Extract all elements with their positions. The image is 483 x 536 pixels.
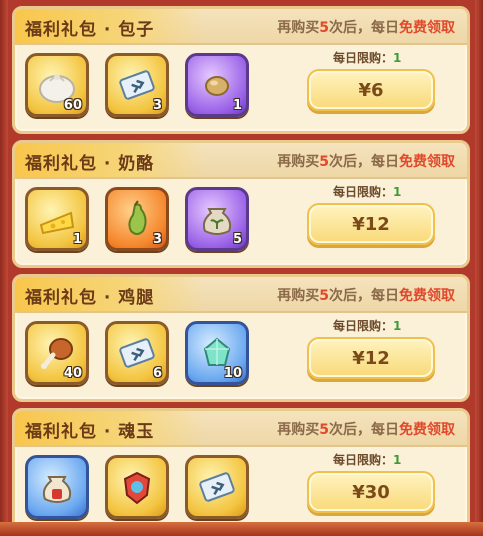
promo-text: 再购买5次后，每日免费领取 (277, 20, 455, 36)
buy-button[interactable]: ¥30 (307, 471, 435, 513)
buy-button[interactable]: ¥6 (307, 69, 435, 111)
promo-text: 再购买5次后，每日免费领取 (277, 154, 455, 170)
reward-item-gourd[interactable]: 3 (105, 187, 169, 251)
card-title: 福利礼包 · 包子 (25, 20, 155, 40)
item-quantity: 3 (152, 98, 162, 113)
reward-item-scroll[interactable]: 6 (105, 321, 169, 385)
frame-right (475, 0, 483, 536)
reward-item-crystal[interactable]: 10 (185, 321, 249, 385)
frame-left (0, 0, 8, 536)
reward-item-mystery-bag[interactable] (25, 455, 89, 519)
buy-button[interactable]: ¥12 (307, 337, 435, 379)
card-header: 福利礼包 · 魂玉 再购买5次后，每日免费领取 (15, 411, 467, 447)
reward-item-seed-bag[interactable]: 5 (185, 187, 249, 251)
item-quantity: 5 (232, 232, 242, 247)
item-quantity: 40 (63, 366, 82, 381)
item-quantity: 1 (232, 98, 242, 113)
promo-text: 再购买5次后，每日免费领取 (277, 288, 455, 304)
reward-item-chicken-leg[interactable]: 40 (25, 321, 89, 385)
daily-limit: 每日限购：1 (333, 453, 402, 467)
gem-shield-icon (108, 458, 166, 516)
reward-item-scroll[interactable]: 3 (105, 53, 169, 117)
buy-button[interactable]: ¥12 (307, 203, 435, 245)
mystery-bag-icon (28, 458, 86, 516)
reward-item-cheese[interactable]: 1 (25, 187, 89, 251)
reward-item-bean[interactable]: 1 (185, 53, 249, 117)
bottom-frame (0, 522, 483, 536)
card-header: 福利礼包 · 鸡腿 再购买5次后，每日免费领取 (15, 277, 467, 313)
card-title: 福利礼包 · 魂玉 (25, 422, 155, 442)
card-title: 福利礼包 · 鸡腿 (25, 288, 155, 308)
daily-limit: 每日限购：1 (333, 319, 402, 333)
item-quantity: 60 (63, 98, 82, 113)
item-quantity: 10 (223, 366, 242, 381)
daily-limit: 每日限购：1 (333, 185, 402, 199)
item-quantity: 6 (152, 366, 162, 381)
item-quantity: 3 (152, 232, 162, 247)
card-title: 福利礼包 · 奶酪 (25, 154, 155, 174)
gift-pack-card: 福利礼包 · 鸡腿 再购买5次后，每日免费领取 40 6 10 每日限购：1 ¥… (12, 274, 470, 402)
gift-pack-card: 福利礼包 · 魂玉 再购买5次后，每日免费领取 每日限购：1 ¥30 (12, 408, 470, 536)
promo-text: 再购买5次后，每日免费领取 (277, 422, 455, 438)
card-header: 福利礼包 · 奶酪 再购买5次后，每日免费领取 (15, 143, 467, 179)
gift-pack-card: 福利礼包 · 包子 再购买5次后，每日免费领取 60 3 1 每日限购：1 ¥6 (12, 6, 470, 134)
card-header: 福利礼包 · 包子 再购买5次后，每日免费领取 (15, 9, 467, 45)
item-quantity: 1 (72, 232, 82, 247)
scroll-icon (188, 458, 246, 516)
gift-pack-card: 福利礼包 · 奶酪 再购买5次后，每日免费领取 1 3 5 每日限购：1 ¥12 (12, 140, 470, 268)
reward-item-scroll[interactable] (185, 455, 249, 519)
reward-item-gem-shield[interactable] (105, 455, 169, 519)
reward-item-steamed-bun[interactable]: 60 (25, 53, 89, 117)
daily-limit: 每日限购：1 (333, 51, 402, 65)
